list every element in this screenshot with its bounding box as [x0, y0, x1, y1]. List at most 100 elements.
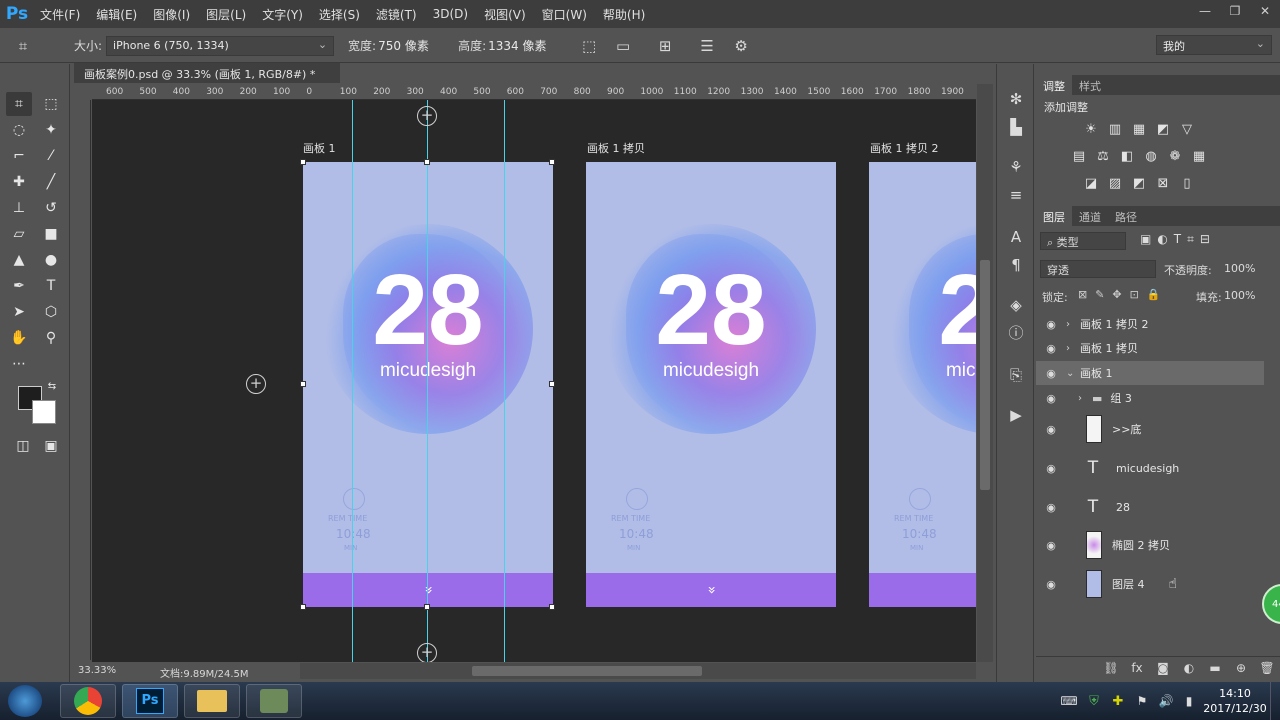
artboard-label-1[interactable]: 画板 1: [303, 140, 336, 156]
tab-channels[interactable]: 通道: [1072, 206, 1108, 226]
menu-file[interactable]: 文件(F): [34, 6, 86, 23]
fill-value[interactable]: 100%: [1224, 289, 1255, 302]
vertical-scrollbar[interactable]: [977, 84, 993, 662]
layer-row[interactable]: ◉ › 画板 1 拷贝: [1036, 336, 1264, 360]
history-brush-icon[interactable]: ↺: [38, 196, 64, 220]
levels-icon[interactable]: ▥: [1104, 121, 1126, 139]
menu-layer[interactable]: 图层(L): [200, 6, 252, 23]
color-lookup-icon[interactable]: ▦: [1188, 148, 1210, 166]
layer-row[interactable]: ◉ 图层 4 ☝: [1036, 569, 1264, 599]
artboard-1[interactable]: 28 micudesigh REM TIME 10:48 MIN »: [303, 162, 553, 607]
menu-window[interactable]: 窗口(W): [536, 6, 593, 23]
menu-filter[interactable]: 滤镜(T): [370, 6, 423, 23]
guide-line[interactable]: [352, 100, 353, 662]
layer-row[interactable]: ◉ › ▬ 组 3: [1036, 386, 1264, 410]
close-button[interactable]: ✕: [1250, 0, 1280, 24]
type-tool-icon[interactable]: T: [38, 274, 64, 298]
magic-wand-icon[interactable]: ✦: [38, 118, 64, 142]
lasso-tool-icon[interactable]: ◌: [6, 118, 32, 142]
color-balance-icon[interactable]: ⚖: [1092, 148, 1114, 166]
plus-tray-icon[interactable]: ✚: [1106, 694, 1130, 709]
chrome-taskbar-icon[interactable]: [60, 684, 116, 718]
eye-icon[interactable]: ◉: [1036, 367, 1066, 380]
document-tab[interactable]: 画板案例0.psd @ 33.3% (画板 1, RGB/8#) * ✕: [74, 63, 340, 95]
layer-filter-select[interactable]: ⌕ 类型: [1040, 232, 1126, 250]
cube-icon[interactable]: ◈: [1005, 294, 1027, 316]
photoshop-taskbar-icon[interactable]: Ps: [122, 684, 178, 718]
black-white-icon[interactable]: ◧: [1116, 148, 1138, 166]
menu-3d[interactable]: 3D(D): [427, 7, 474, 21]
zoom-level[interactable]: 33.33%: [78, 665, 116, 676]
blend-mode-select[interactable]: 穿透: [1040, 260, 1156, 278]
menu-view[interactable]: 视图(V): [478, 6, 532, 23]
shield-icon[interactable]: ⛨: [1082, 694, 1106, 709]
screen-mode-icon[interactable]: ▣: [38, 434, 64, 458]
horizontal-scrollbar[interactable]: [300, 663, 976, 679]
transform-handle[interactable]: [424, 604, 430, 610]
brightness-icon[interactable]: ☀: [1080, 121, 1102, 139]
artboard-tool-icon[interactable]: ⌗: [12, 35, 34, 57]
paragraph-icon[interactable]: ¶: [1005, 254, 1027, 276]
transform-handle[interactable]: [300, 604, 306, 610]
minimize-button[interactable]: —: [1190, 0, 1220, 24]
layer-row[interactable]: ◉ 椭圆 2 拷贝: [1036, 530, 1264, 560]
chevron-right-icon[interactable]: ›: [1066, 319, 1080, 330]
volume-icon[interactable]: 🔊: [1154, 694, 1178, 708]
eye-icon[interactable]: ◉: [1036, 539, 1066, 552]
scroll-thumb[interactable]: [472, 666, 702, 676]
tray-clock[interactable]: 14:10 2017/12/30: [1200, 686, 1270, 716]
height-value[interactable]: 1334 像素: [488, 37, 566, 54]
menu-help[interactable]: 帮助(H): [597, 6, 651, 23]
gradient-tool-icon[interactable]: ■: [38, 222, 64, 246]
new-group-icon[interactable]: ▬: [1202, 661, 1228, 675]
artboard-label-2[interactable]: 画板 1 拷贝: [587, 140, 645, 156]
curves-icon[interactable]: ▦: [1128, 121, 1150, 139]
guide-line[interactable]: [427, 100, 428, 662]
eraser-tool-icon[interactable]: ▱: [6, 222, 32, 246]
guide-line[interactable]: [504, 100, 505, 662]
more-tools-icon[interactable]: ⋯: [6, 352, 32, 376]
path-select-icon[interactable]: ➤: [6, 300, 32, 324]
menu-type[interactable]: 文字(Y): [256, 6, 309, 23]
info-icon[interactable]: ⓘ: [1005, 322, 1027, 344]
crop-tool-icon[interactable]: ⌐: [6, 144, 32, 168]
artboard-2[interactable]: 28 micudesigh REM TIME 10:48 MIN »: [586, 162, 836, 607]
eye-icon[interactable]: ◉: [1036, 578, 1066, 591]
marquee-tool-icon[interactable]: ⬚: [38, 92, 64, 116]
keyboard-icon[interactable]: ⌨: [1056, 694, 1082, 708]
artboard-3[interactable]: 28 micudesigh REM TIME 10:48 MIN »: [869, 162, 976, 607]
artboard-label-3[interactable]: 画板 1 拷贝 2: [870, 140, 939, 156]
background-color-swatch[interactable]: [32, 400, 56, 424]
scroll-thumb[interactable]: [980, 260, 990, 490]
eye-icon[interactable]: ◉: [1036, 423, 1066, 436]
workspace-select[interactable]: 我的 ⌄: [1156, 35, 1272, 55]
exposure-icon[interactable]: ◩: [1152, 121, 1174, 139]
tab-layers[interactable]: 图层: [1036, 206, 1072, 226]
landscape-icon[interactable]: ▭: [612, 35, 634, 57]
align-icon[interactable]: ☰: [696, 35, 718, 57]
tab-styles[interactable]: 样式: [1072, 75, 1108, 95]
snowflake-icon[interactable]: ✻: [1005, 88, 1027, 110]
invert-icon[interactable]: ◪: [1080, 175, 1102, 193]
width-value[interactable]: 750 像素: [378, 37, 448, 54]
add-artboard-left-icon[interactable]: +: [246, 374, 266, 394]
transform-handle[interactable]: [549, 159, 555, 165]
eye-icon[interactable]: ◉: [1036, 462, 1066, 475]
hue-saturation-icon[interactable]: ▤: [1068, 148, 1090, 166]
eyedropper-icon[interactable]: ⁄: [38, 144, 64, 168]
eye-icon[interactable]: ◉: [1036, 501, 1066, 514]
threshold-icon[interactable]: ◩: [1128, 175, 1150, 193]
stamp-tool-icon[interactable]: ⊥: [6, 196, 32, 220]
transform-handle[interactable]: [300, 381, 306, 387]
transform-handle[interactable]: [549, 381, 555, 387]
delete-layer-icon[interactable]: 🗑: [1254, 661, 1280, 675]
canvas-area[interactable]: 画板 1 28 micudesigh REM TIME 10:48 MIN » …: [92, 100, 976, 662]
chevron-down-icon[interactable]: ⌄: [1066, 368, 1080, 379]
tab-adjustments[interactable]: 调整: [1036, 75, 1072, 95]
opacity-value[interactable]: 100%: [1224, 262, 1255, 275]
portrait-icon[interactable]: ⬚: [578, 35, 600, 57]
layer-row[interactable]: ◉ ⌄ 画板 1: [1036, 361, 1264, 385]
swap-colors-icon[interactable]: ⇆: [44, 378, 60, 394]
eye-icon[interactable]: ◉: [1036, 392, 1066, 405]
layer-row[interactable]: ◉ › 画板 1 拷贝 2: [1036, 312, 1264, 336]
